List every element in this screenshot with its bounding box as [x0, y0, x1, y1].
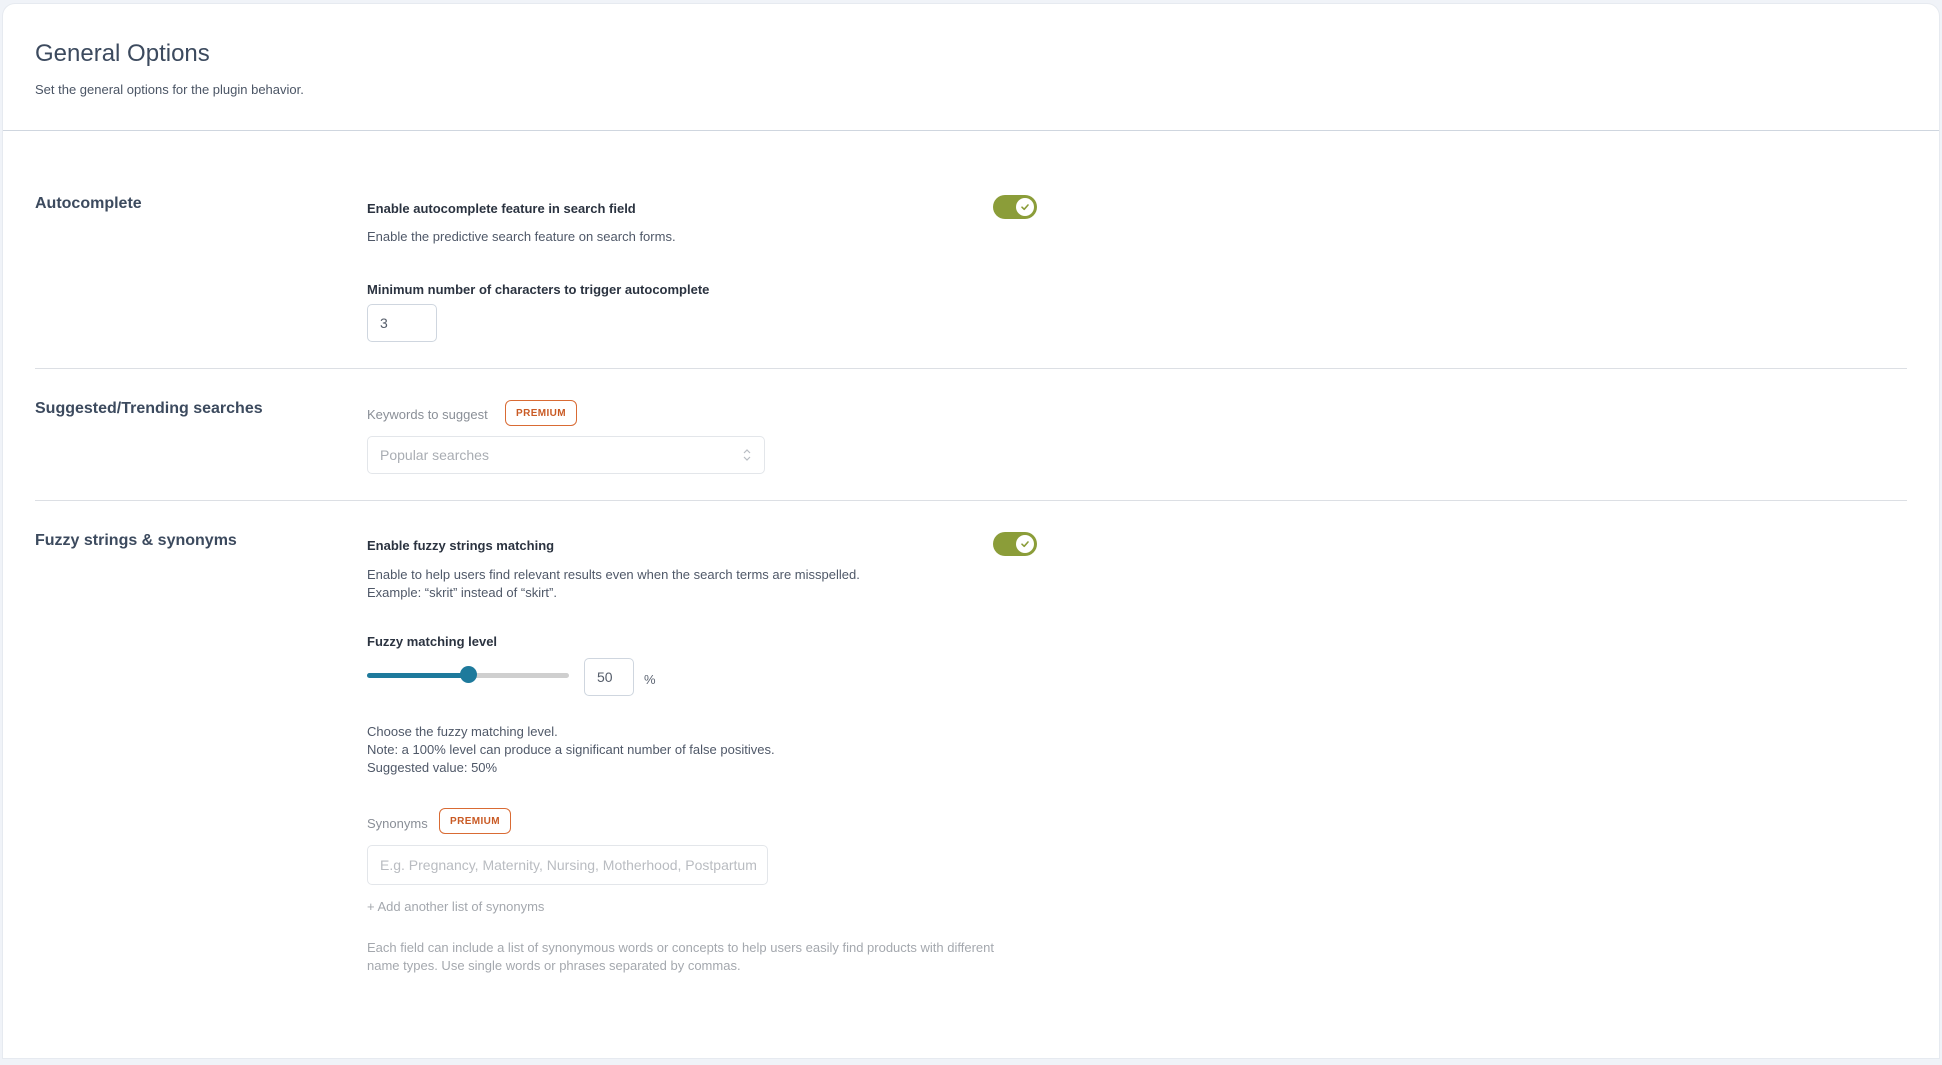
- fuzzy-level-note: Choose the fuzzy matching level. Note: a…: [367, 723, 775, 777]
- keywords-select[interactable]: Popular searches: [367, 436, 765, 474]
- autocomplete-toggle[interactable]: [993, 195, 1037, 219]
- keywords-select-value: Popular searches: [380, 447, 489, 463]
- page-title: General Options: [35, 40, 210, 67]
- keywords-label: Keywords to suggest: [367, 407, 488, 422]
- fuzzy-enable-description: Enable to help users find relevant resul…: [367, 566, 860, 602]
- percent-unit: %: [644, 672, 656, 687]
- fuzzy-level-label: Fuzzy matching level: [367, 634, 498, 649]
- min-chars-input[interactable]: [367, 304, 437, 342]
- fuzzy-level-slider[interactable]: [367, 666, 569, 683]
- general-options-card: General Options Set the general options …: [3, 4, 1939, 1058]
- page-subtitle: Set the general options for the plugin b…: [35, 82, 304, 97]
- slider-thumb[interactable]: [460, 666, 477, 683]
- fuzzy-description-line: Enable to help users find relevant resul…: [367, 567, 860, 582]
- fuzzy-enable-label: Enable fuzzy strings matching: [367, 538, 555, 553]
- note-line: Choose the fuzzy matching level.: [367, 724, 558, 739]
- fuzzy-description-line: Example: “skrit” instead of “skirt”.: [367, 585, 557, 600]
- help-line: name types. Use single words or phrases …: [367, 958, 741, 973]
- section-label-suggested: Suggested/Trending searches: [35, 400, 263, 417]
- note-line: Note: a 100% level can produce a signifi…: [367, 742, 775, 757]
- min-chars-label: Minimum number of characters to trigger …: [367, 282, 710, 297]
- autocomplete-enable-description: Enable the predictive search feature on …: [367, 229, 676, 244]
- toggle-knob: [1016, 198, 1034, 216]
- page-header: General Options Set the general options …: [3, 4, 1939, 131]
- synonyms-placeholder: E.g. Pregnancy, Maternity, Nursing, Moth…: [380, 857, 757, 873]
- synonyms-label: Synonyms: [367, 816, 428, 831]
- section-divider: [35, 500, 1907, 501]
- section-label-autocomplete: Autocomplete: [35, 195, 142, 212]
- premium-badge: PREMIUM: [439, 808, 512, 834]
- autocomplete-enable-label: Enable autocomplete feature in search fi…: [367, 201, 636, 216]
- help-line: Each field can include a list of synonym…: [367, 940, 994, 955]
- slider-fill: [367, 673, 468, 678]
- section-label-fuzzy: Fuzzy strings & synonyms: [35, 532, 237, 549]
- toggle-knob: [1016, 535, 1034, 553]
- synonyms-input[interactable]: E.g. Pregnancy, Maternity, Nursing, Moth…: [367, 845, 768, 885]
- section-divider: [35, 368, 1907, 369]
- synonyms-help: Each field can include a list of synonym…: [367, 939, 994, 975]
- add-synonyms-link[interactable]: + Add another list of synonyms: [367, 899, 544, 914]
- note-line: Suggested value: 50%: [367, 760, 498, 775]
- check-icon: [1021, 541, 1029, 548]
- chevron-up-down-icon: [743, 449, 751, 461]
- check-icon: [1021, 204, 1029, 211]
- premium-badge: PREMIUM: [505, 400, 578, 426]
- fuzzy-toggle[interactable]: [993, 532, 1037, 556]
- fuzzy-level-input[interactable]: [584, 658, 634, 696]
